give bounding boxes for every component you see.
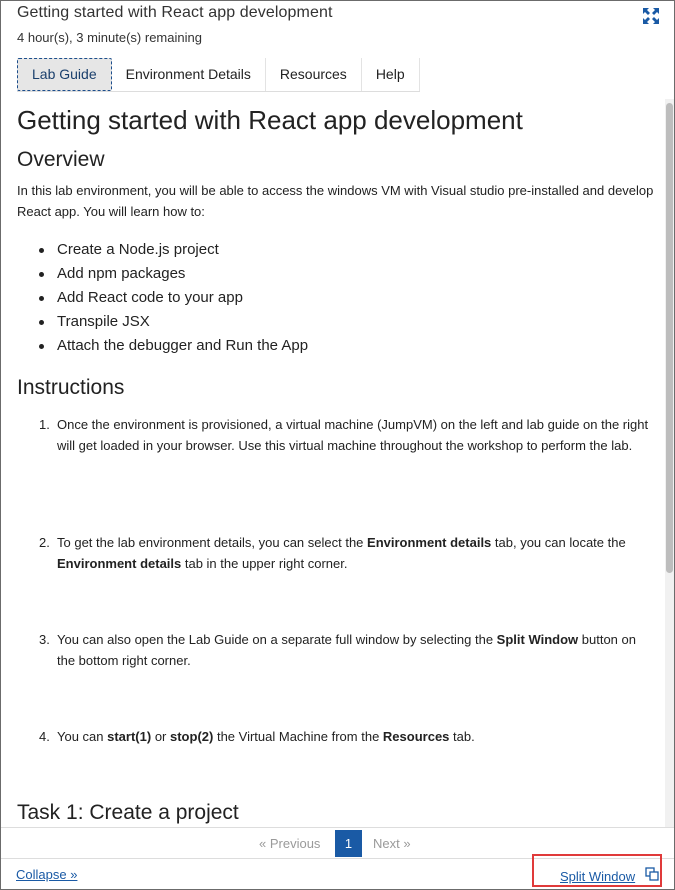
step-text-part: tab, you can locate the (491, 535, 626, 550)
step-text: You can also open the Lab Guide on a sep… (39, 629, 649, 671)
step-text-part: To get the lab environment details, you … (57, 535, 368, 550)
overview-heading: Overview (17, 148, 105, 171)
list-item: Add React code to your app (39, 286, 308, 310)
step-number: 2. (39, 535, 50, 550)
list-item: Create a Node.js project (39, 238, 308, 262)
tab-resources[interactable]: Resources (266, 58, 362, 91)
panel-header: Getting started with React app developme… (1, 1, 674, 99)
step-text-part: tab in the upper right corner. (181, 556, 348, 571)
instruction-step-2: 2. To get the lab environment details, y… (39, 532, 649, 574)
list-item: Add npm packages (39, 262, 308, 286)
split-window-link[interactable]: Split Window (560, 869, 635, 884)
step-text: Once the environment is provisioned, a v… (39, 414, 649, 456)
list-item: Transpile JSX (39, 310, 308, 334)
step-text-part: You can (57, 729, 108, 744)
current-page-button[interactable]: 1 (335, 830, 362, 857)
step-emphasis: Resources (382, 729, 450, 744)
instruction-step-3: 3. You can also open the Lab Guide on a … (39, 629, 649, 671)
step-emphasis: Environment details (57, 556, 182, 571)
task-heading: Task 1: Create a project (17, 801, 239, 824)
previous-page-link[interactable]: « Previous (259, 836, 320, 851)
step-text-part: or (151, 729, 170, 744)
step-number: 1. (39, 417, 50, 432)
tab-environment-details[interactable]: Environment Details (112, 58, 266, 91)
panel-footer: Collapse » Split Window (1, 854, 674, 889)
instruction-step-1: 1. Once the environment is provisioned, … (39, 414, 649, 456)
step-text: To get the lab environment details, you … (39, 532, 649, 574)
next-page-link[interactable]: Next » (373, 836, 411, 851)
step-text-part: Once the environment is provisioned, a v… (57, 417, 649, 453)
step-text-part: You can also open the Lab Guide on a sep… (57, 632, 497, 647)
tab-bar: Lab Guide Environment Details Resources … (17, 58, 420, 92)
list-item: Attach the debugger and Run the App (39, 334, 308, 358)
content-scrollbar[interactable] (665, 99, 674, 827)
step-text: You can start(1) or stop(2) the Virtual … (39, 726, 649, 747)
lab-title: Getting started with React app developme… (17, 4, 333, 21)
time-remaining: 4 hour(s), 3 minute(s) remaining (17, 30, 202, 45)
scrollbar-thumb[interactable] (666, 103, 673, 573)
split-window-highlight: Split Window (532, 854, 662, 887)
step-emphasis: Split Window (496, 632, 579, 647)
step-emphasis: Environment details (367, 535, 492, 550)
step-text-part: the Virtual Machine from the (213, 729, 383, 744)
step-emphasis: stop(2) (170, 729, 214, 744)
collapse-link[interactable]: Collapse » (16, 867, 77, 882)
overview-intro: In this lab environment, you will be abl… (17, 183, 654, 219)
split-window-icon[interactable] (645, 867, 659, 881)
step-number: 3. (39, 632, 50, 647)
tab-lab-guide[interactable]: Lab Guide (17, 58, 112, 91)
step-text-part: tab. (449, 729, 475, 744)
instructions-heading: Instructions (17, 376, 125, 399)
step-number: 4. (39, 729, 50, 744)
learning-objectives-list: Create a Node.js project Add npm package… (39, 238, 308, 358)
instruction-step-4: 4. You can start(1) or stop(2) the Virtu… (39, 726, 649, 747)
lab-content: Getting started with React app developme… (17, 99, 657, 827)
expand-icon[interactable] (642, 7, 660, 25)
step-emphasis: start(1) (107, 729, 152, 744)
tab-help[interactable]: Help (362, 58, 420, 91)
lab-guide-panel: Getting started with React app developme… (0, 0, 675, 890)
page-title: Getting started with React app developme… (17, 105, 523, 135)
